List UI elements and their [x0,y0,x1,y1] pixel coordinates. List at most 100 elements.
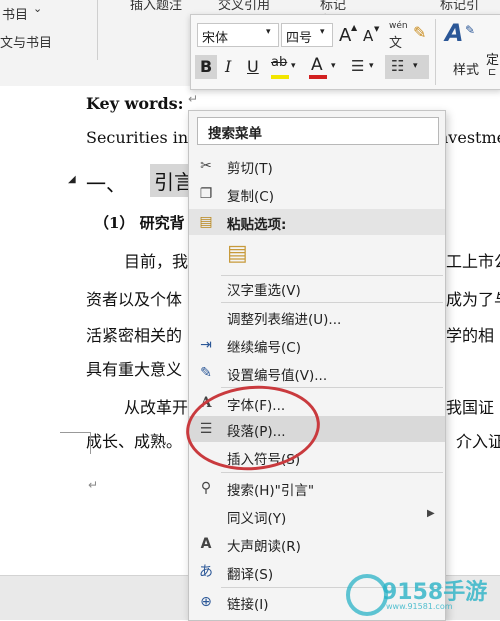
search-icon: ⚲ [200,480,212,496]
menu-section-paste: ▤ 粘贴选项: [189,209,445,235]
set-number-icon: ✎ [200,365,212,381]
menu-item-search[interactable]: ⚲ 搜索(H)"引言" [189,475,445,501]
menu-item-cut[interactable]: ✂ 剪切(T) [189,153,445,179]
ribbon-book-item[interactable]: 书目 [2,4,28,23]
menu-item-label: 搜索(H)"引言" [227,483,315,499]
collapse-triangle-icon[interactable]: ◢ [68,174,76,185]
chevron-down-icon[interactable]: ▾ [413,61,418,71]
text-line: 活紧密相关的 [86,326,183,345]
page-corner-mark [90,432,91,454]
text-line: 资者以及个体 [86,290,183,309]
text-line: 成长、成熟。 [86,432,183,451]
phonetic-guide-label: 文 [389,36,403,51]
text-line: 具有重大意义 [86,360,183,379]
chevron-down-icon[interactable]: ▾ [369,61,374,71]
text-line: 成为了与 [446,290,500,309]
font-name-dropdown[interactable]: 宋体 ▾ [197,23,279,47]
menu-item-reconvert[interactable]: 汉字重选(V) [189,275,445,301]
text-line: 介入证 [456,432,500,451]
text-line: 目前，我 [124,252,189,271]
continue-numbering-icon: ⇥ [200,337,212,353]
submenu-arrow-icon: ▶ [427,508,435,519]
text-line: 我国证 [446,398,495,417]
font-color-bar [309,75,327,79]
paste-keep-icon[interactable]: ▤ [227,241,248,267]
scissors-icon: ✂ [200,158,212,174]
menu-item-label: 继续编号(C) [227,340,301,356]
bullets-icon[interactable]: ☰ [351,57,364,75]
menu-item-set-number[interactable]: ✎ 设置编号值(V)... [189,360,445,386]
read-aloud-icon: A [200,536,212,552]
menu-item-label: 大声朗读(R) [227,539,301,555]
menu-section-label: 粘贴选项: [227,217,287,233]
watermark-url: www.91581.com [386,602,453,611]
menu-item-continue-numbering[interactable]: ⇥ 继续编号(C) [189,332,445,358]
menu-separator [221,472,443,473]
paragraph-mark-icon: ↵ [188,92,199,106]
menu-item-label: 翻译(S) [227,567,274,583]
heading-number: 一、 [86,172,126,196]
styles-icon[interactable]: A [445,19,464,47]
page-corner-mark [60,432,90,433]
text-line: 从改革开 [124,398,189,417]
paragraph-mark-icon: ↵ [88,478,99,492]
menu-item-label: 设置编号值(V)... [227,368,328,384]
chevron-down-icon[interactable]: ▾ [291,61,296,71]
format-painter-icon[interactable]: ✎ [413,23,426,42]
grow-font-button[interactable]: A [339,25,351,46]
keywords-label: Key words: [86,94,184,113]
translate-icon: あ [199,564,213,580]
menu-item-label: 复制(C) [227,189,274,205]
ribbon-divider [97,0,98,60]
menu-item-label: 汉字重选(V) [227,283,301,299]
menu-item-copy[interactable]: ❐ 复制(C) [189,181,445,207]
mark-citation-button[interactable]: 标记引 [440,0,479,13]
paste-option-keep[interactable]: ▤ [189,237,445,273]
underline-button[interactable]: U [247,57,259,76]
cross-reference-button[interactable]: 交叉引用 [218,0,270,13]
link-icon: ⊕ [200,594,212,610]
phonetic-guide-button[interactable]: wén [389,21,408,31]
chevron-down-icon[interactable]: ⌄ [33,2,42,15]
menu-item-label: 同义词(Y) [227,511,287,527]
ribbon-text-book-item[interactable]: 文与书目 [0,32,52,51]
text-line: 工上市公 [446,252,500,271]
menu-item-label: 链接(I) [227,597,269,613]
chevron-down-icon[interactable]: ▾ [266,27,271,37]
menu-item-label: 剪切(T) [227,161,273,177]
menu-item-synonyms[interactable]: 同义词(Y) ▶ [189,503,445,529]
highlight-button[interactable]: ab [271,55,287,70]
font-size-value: 四号 [286,31,313,46]
text-line: Securities inv [86,128,198,147]
shrink-font-button[interactable]: A [363,27,373,45]
styles-brush-icon: ✎ [465,23,476,37]
chevron-down-icon[interactable]: ▾ [331,61,336,71]
search-menu-label: 搜索菜单 [208,126,262,142]
search-menu-input[interactable]: 搜索菜单 [197,117,439,145]
bold-button[interactable]: B [200,57,212,76]
toolbar-divider [435,19,436,85]
insert-caption-button[interactable]: 插入题注 [130,0,182,13]
sub-heading: （1） 研究背 [94,214,185,232]
chevron-down-icon[interactable]: ▾ [320,27,325,37]
menu-item-label: 调整列表缩进(U)... [227,312,342,328]
paste-icon: ▤ [199,214,213,230]
menu-item-read-aloud[interactable]: A 大声朗读(R) [189,531,445,557]
font-color-button[interactable]: A [311,55,323,75]
text-line: 学的相 [446,326,495,345]
font-name-value: 宋体 [202,31,229,46]
italic-button[interactable]: I [225,57,231,76]
define-label[interactable]: 定 [486,49,499,68]
highlight-color-bar [271,75,289,79]
define-icon: ⊏ [488,67,497,78]
grow-arrow-icon: ▲ [351,23,358,32]
mini-toolbar: 宋体 ▾ 四号 ▾ A ▲ A ▼ wén 文 ✎ A ✎ 样式 定 ⊏ B I… [190,14,500,90]
copy-icon: ❐ [199,186,213,202]
shrink-arrow-icon: ▼ [374,25,380,33]
watermark: 9158手游 www.91581.com [344,572,500,619]
text-line: nvestme [438,128,500,147]
font-size-dropdown[interactable]: 四号 ▾ [281,23,333,47]
menu-item-adjust-indent[interactable]: 调整列表缩进(U)... [189,304,445,330]
styles-label[interactable]: 样式 [453,59,479,78]
numbering-icon[interactable]: ☷ [391,57,404,75]
